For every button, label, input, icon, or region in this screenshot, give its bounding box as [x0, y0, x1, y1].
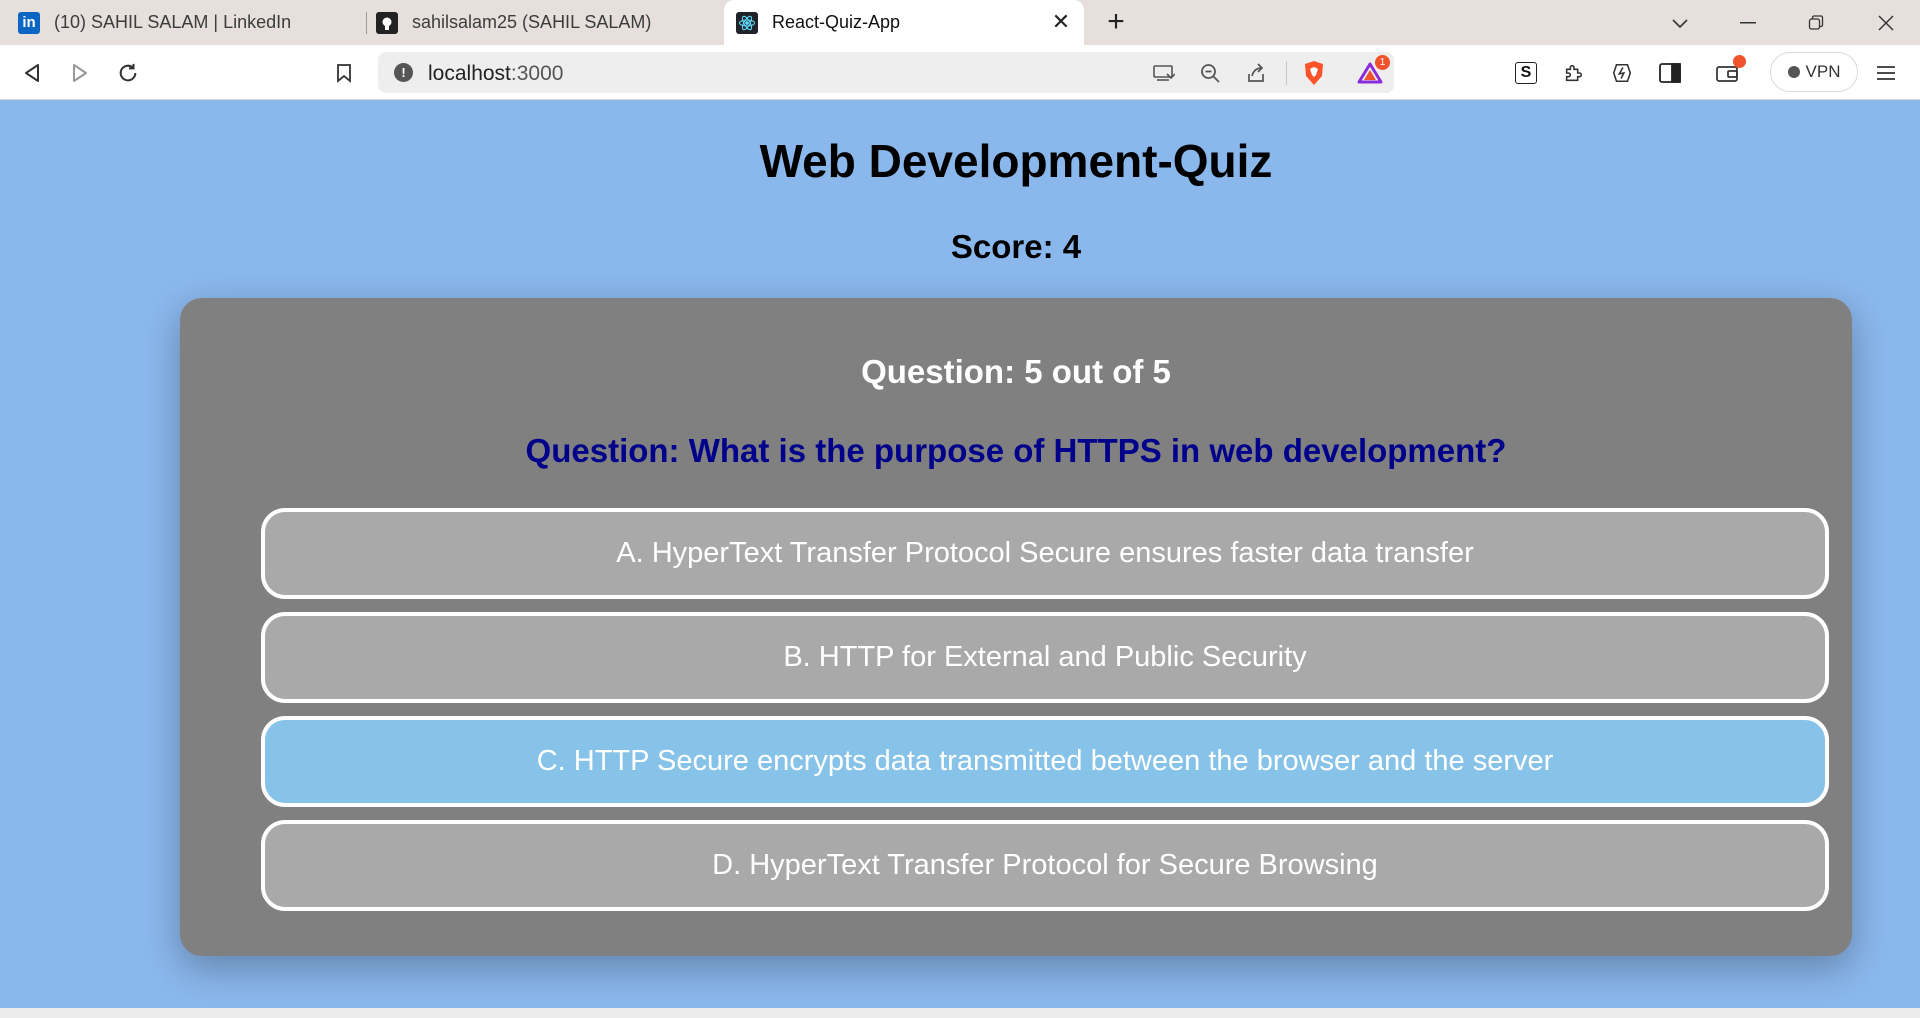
- browser-bottom-edge: [0, 1008, 1920, 1018]
- url-host: localhost: [428, 62, 511, 85]
- react-icon: [736, 11, 758, 34]
- close-window-icon[interactable]: [1856, 0, 1916, 45]
- minimize-icon[interactable]: [1718, 0, 1778, 45]
- extensions-puzzle-icon[interactable]: [1558, 57, 1590, 89]
- site-info-icon[interactable]: !: [394, 63, 413, 82]
- vpn-button[interactable]: VPN: [1770, 52, 1858, 92]
- score-display: Score: 4: [950, 228, 1082, 265]
- vpn-status-icon: [1787, 66, 1800, 78]
- restore-icon[interactable]: [1786, 0, 1846, 45]
- forward-icon[interactable]: [64, 57, 96, 89]
- answer-option-b[interactable]: B. HTTP for External and Public Security: [261, 612, 1829, 703]
- vpn-label: VPN: [1805, 62, 1841, 81]
- address-bar-divider: [1286, 61, 1287, 85]
- answer-option-d[interactable]: D. HyperText Transfer Protocol for Secur…: [261, 820, 1829, 911]
- close-tab-icon[interactable]: ✕: [1048, 9, 1074, 35]
- back-icon[interactable]: [16, 57, 48, 89]
- rewards-badge: 1: [1375, 55, 1390, 70]
- leo-ai-icon[interactable]: [1606, 57, 1638, 89]
- menu-icon[interactable]: [1870, 57, 1902, 89]
- question-counter: Question: 5 out of 5: [861, 353, 1171, 390]
- s-extension-icon[interactable]: S: [1510, 57, 1542, 89]
- zoom-out-icon[interactable]: [1196, 59, 1224, 87]
- tab-github[interactable]: sahilsalam25 (SAHIL SALAM): [376, 0, 721, 45]
- brave-rewards-icon[interactable]: 1: [1356, 55, 1390, 87]
- tab-strip: in (10) SAHIL SALAM | LinkedIn sahilsala…: [0, 0, 1920, 45]
- tab-react-quiz-app[interactable]: React-Quiz-App ✕: [724, 0, 1084, 45]
- tab-label: (10) SAHIL SALAM | LinkedIn: [54, 12, 292, 32]
- browser-toolbar: ! localhost:3000 1 S VPN: [0, 45, 1920, 100]
- tab-linkedin[interactable]: in (10) SAHIL SALAM | LinkedIn: [18, 0, 363, 45]
- cast-icon[interactable]: [1150, 59, 1178, 87]
- bookmark-icon[interactable]: [328, 57, 360, 89]
- sidebar-toggle-icon[interactable]: [1654, 57, 1686, 89]
- question-text: Question: What is the purpose of HTTPS i…: [525, 432, 1507, 469]
- address-bar[interactable]: ! localhost:3000 1: [378, 52, 1394, 93]
- tab-separator: [366, 12, 367, 34]
- new-tab-button[interactable]: +: [1100, 5, 1132, 38]
- page-title: Web Development-Quiz: [759, 135, 1273, 187]
- brave-shields-icon[interactable]: [1300, 59, 1328, 87]
- github-icon: [376, 11, 398, 34]
- linkedin-icon: in: [18, 11, 40, 34]
- answer-option-a[interactable]: A. HyperText Transfer Protocol Secure en…: [261, 508, 1829, 599]
- reload-icon[interactable]: [112, 57, 144, 89]
- answer-option-c[interactable]: C. HTTP Secure encrypts data transmitted…: [261, 716, 1829, 807]
- share-icon[interactable]: [1242, 59, 1270, 87]
- wallet-notification-dot: [1733, 55, 1746, 68]
- tab-search-chevron-icon[interactable]: [1650, 0, 1710, 45]
- url-text[interactable]: localhost:3000: [428, 62, 563, 86]
- quiz-card: Question: 5 out of 5 Question: What is t…: [180, 298, 1852, 956]
- tab-label: React-Quiz-App: [772, 12, 901, 32]
- wallet-icon[interactable]: [1712, 55, 1746, 89]
- tab-label: sahilsalam25 (SAHIL SALAM): [412, 12, 652, 32]
- url-port: :3000: [510, 62, 564, 85]
